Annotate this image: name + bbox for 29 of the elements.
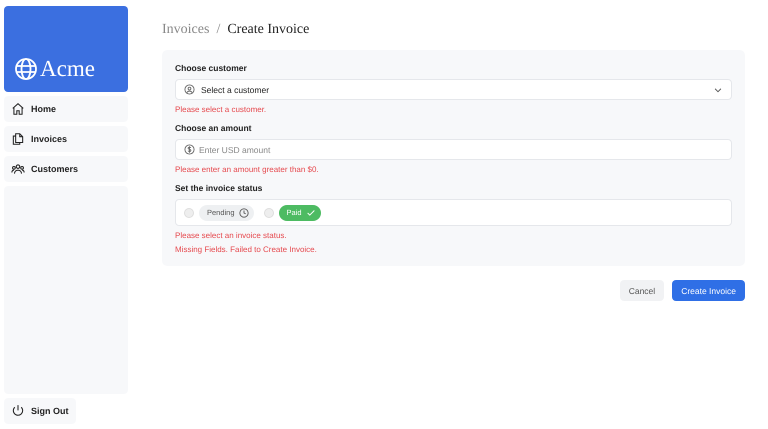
breadcrumb-separator: /: [216, 22, 220, 38]
error-message: Please select a customer.: [175, 105, 268, 114]
nav-link[interactable]: Customers: [4, 156, 128, 182]
breadcrumb-link[interactable]: Invoices: [162, 22, 210, 38]
radio-button[interactable]: [184, 208, 194, 218]
power-icon: [11, 404, 25, 418]
cancel-button[interactable]: Cancel: [620, 280, 664, 301]
logo-text: Acme: [40, 56, 95, 82]
clock-icon: [238, 208, 249, 218]
breadcrumb-link[interactable]: Create Invoice: [227, 22, 310, 38]
home-icon: [11, 102, 25, 116]
customer-select[interactable]: Select a customer: [175, 79, 732, 100]
form-error-message: Missing Fields. Failed to Create Invoice.: [175, 245, 318, 254]
check-icon: [306, 208, 316, 218]
field-label: Choose an amount: [175, 123, 253, 133]
field-label: Set the invoice status: [175, 183, 264, 193]
documents-icon: [11, 132, 25, 146]
users-icon: [11, 162, 25, 176]
nav-link[interactable]: Invoices: [4, 126, 128, 152]
field-label: Choose customer: [175, 63, 248, 73]
amount-input[interactable]: Enter USD amount: [175, 139, 732, 160]
user-icon: [184, 84, 195, 95]
sign-out-button[interactable]: Sign Out: [4, 398, 76, 424]
error-message: Please enter an amount greater than $0.: [175, 165, 320, 174]
error-message: Please select an invoice status.: [175, 231, 288, 240]
nav-link[interactable]: Home: [4, 96, 128, 122]
globe-icon: [14, 57, 38, 81]
radio-button[interactable]: [264, 208, 274, 218]
create-invoice-button[interactable]: Create Invoice: [672, 280, 745, 301]
